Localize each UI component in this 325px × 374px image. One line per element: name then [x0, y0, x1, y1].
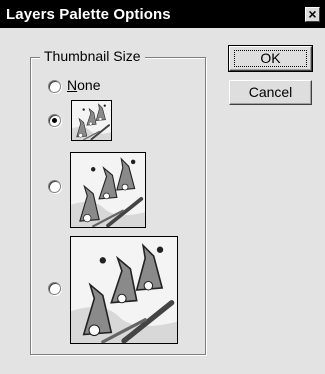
ok-button[interactable]: OK: [228, 45, 313, 72]
thumbnail-size-legend: Thumbnail Size: [40, 48, 145, 64]
wizard-thumbnail-icon: [71, 237, 177, 343]
cancel-button-label: Cancel: [248, 84, 293, 100]
thumbnail-small-radio[interactable]: [48, 114, 61, 127]
thumbnail-large-preview[interactable]: [70, 236, 178, 344]
close-button[interactable]: ×: [305, 7, 320, 22]
thumbnail-medium-radio[interactable]: [48, 180, 61, 193]
thumbnail-medium-preview[interactable]: [70, 152, 146, 228]
ok-button-label: OK: [260, 50, 281, 66]
wizard-thumbnail-icon: [71, 153, 145, 227]
thumbnail-large-radio[interactable]: [48, 282, 61, 295]
wizard-thumbnail-icon: [72, 101, 111, 140]
layers-palette-options-dialog: Layers Palette Options × Thumbnail Size …: [0, 0, 325, 374]
close-icon: ×: [308, 6, 317, 22]
title-bar[interactable]: Layers Palette Options ×: [0, 0, 325, 28]
window-title: Layers Palette Options: [6, 6, 171, 23]
thumbnail-small-preview[interactable]: [71, 100, 112, 141]
cancel-button[interactable]: Cancel: [229, 80, 312, 105]
thumbnail-none-label[interactable]: None: [67, 77, 100, 93]
thumbnail-none-radio[interactable]: [48, 80, 61, 93]
